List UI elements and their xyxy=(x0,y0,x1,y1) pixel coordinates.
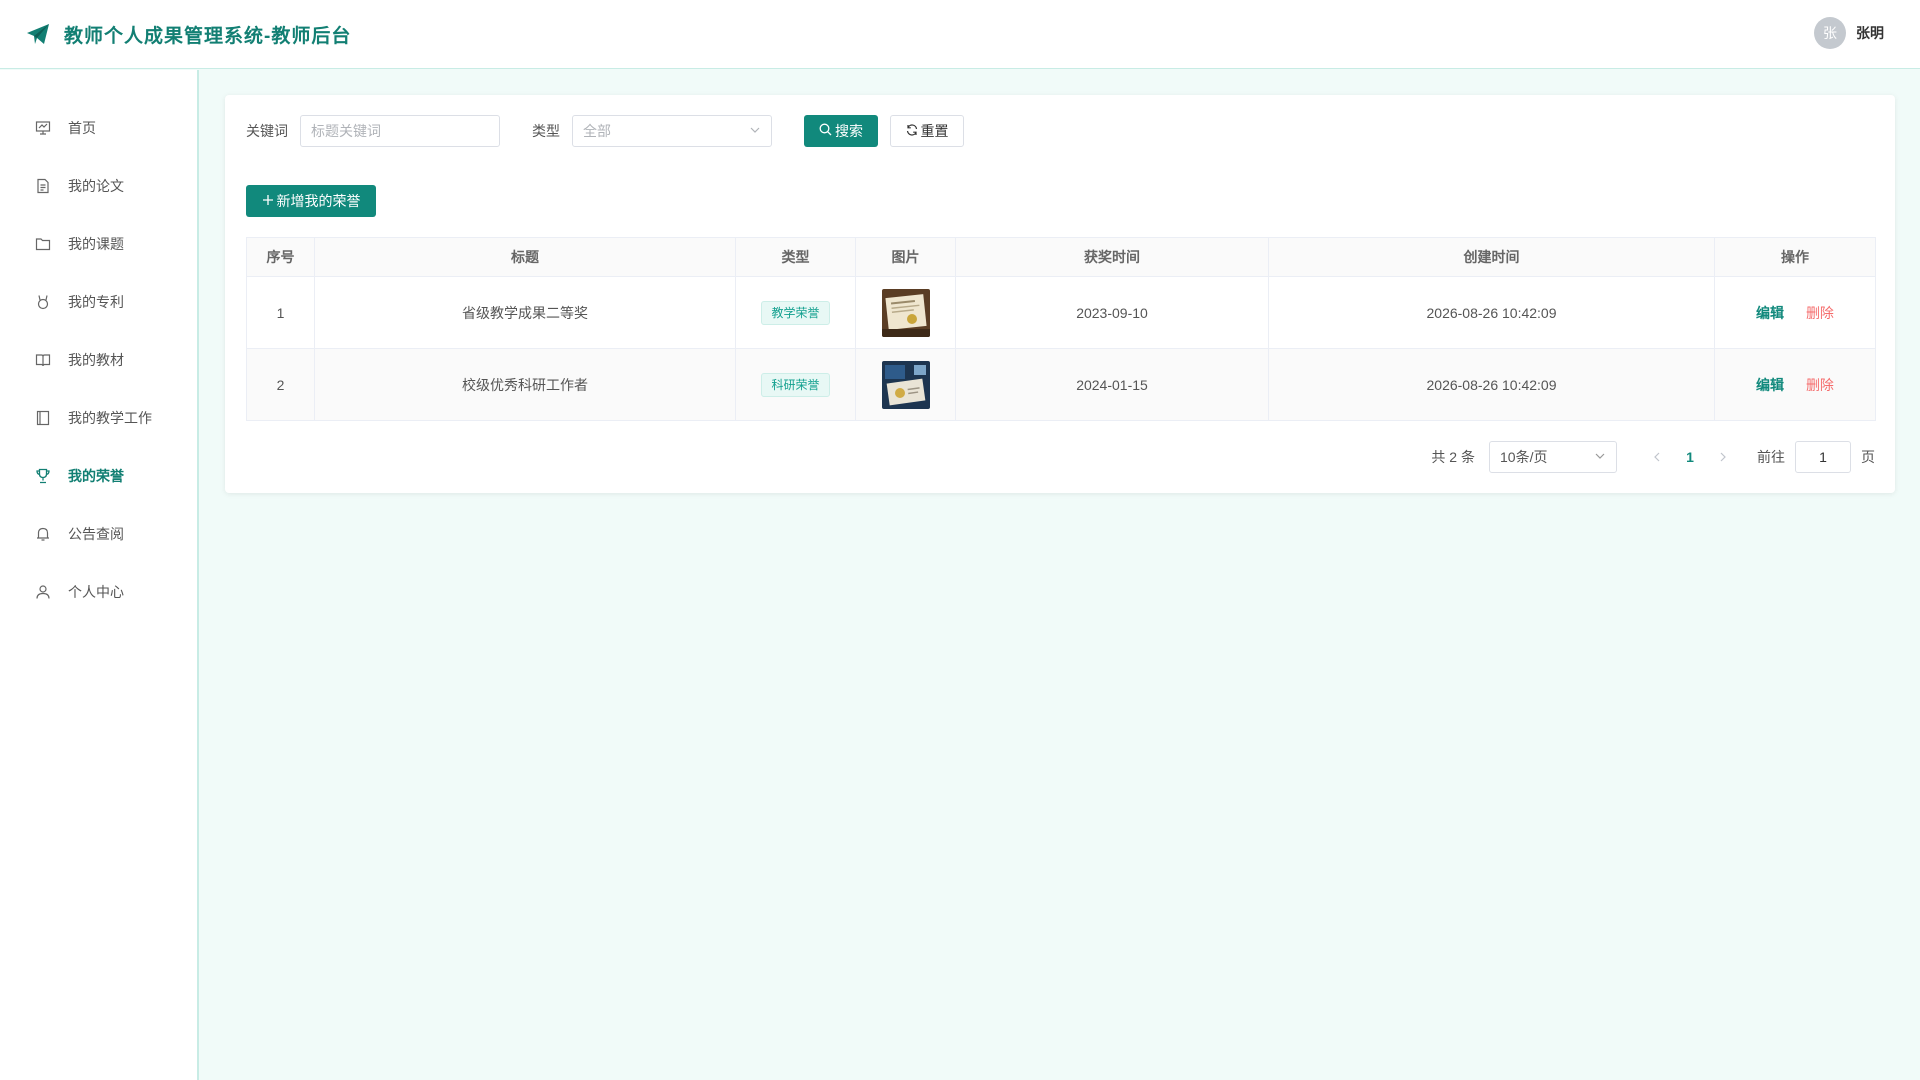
chevron-down-icon xyxy=(749,123,761,139)
avatar[interactable]: 张 xyxy=(1814,17,1846,49)
page-suffix: 页 xyxy=(1861,449,1875,465)
notebook-icon xyxy=(34,409,52,427)
chevron-right-icon xyxy=(1720,452,1726,462)
delete-link[interactable]: 删除 xyxy=(1806,305,1834,321)
sidebar-item-label: 我的课题 xyxy=(68,236,124,252)
search-button[interactable]: 搜索 xyxy=(804,115,878,147)
row-type: 科研荣誉 xyxy=(735,348,856,421)
sidebar-item-label: 我的论文 xyxy=(68,178,124,194)
total-count: 共 2 条 xyxy=(1431,449,1475,465)
row-award-time: 2023-09-10 xyxy=(955,276,1269,349)
row-index: 2 xyxy=(246,348,315,421)
col-type: 类型 xyxy=(735,237,856,277)
app-title: 教师个人成果管理系统-教师后台 xyxy=(64,25,352,47)
keyword-label: 关键词 xyxy=(246,123,288,139)
refresh-icon xyxy=(906,123,918,139)
row-actions: 编辑 删除 xyxy=(1714,276,1876,349)
bell-icon xyxy=(34,525,52,543)
search-bar: 关键词 类型 全部 搜索 重置 xyxy=(246,115,964,147)
sidebar-item-home[interactable]: 首页 xyxy=(0,99,197,157)
sidebar-item-profile[interactable]: 个人中心 xyxy=(0,563,197,621)
certificate-thumbnail[interactable] xyxy=(881,288,930,337)
row-actions: 编辑 删除 xyxy=(1714,348,1876,421)
row-created-at: 2026-08-26 10:42:09 xyxy=(1268,348,1715,421)
row-title: 省级教学成果二等奖 xyxy=(314,276,736,349)
goto-page-input[interactable] xyxy=(1795,441,1851,473)
delete-link[interactable]: 删除 xyxy=(1806,377,1834,393)
user-name[interactable]: 张明 xyxy=(1856,23,1884,43)
search-icon xyxy=(819,123,832,139)
edit-link[interactable]: 编辑 xyxy=(1756,377,1784,393)
col-title: 标题 xyxy=(314,237,736,277)
table-row: 1 省级教学成果二等奖 教学荣誉 2023-09-10 2026-08-26 1… xyxy=(246,276,1876,349)
type-label: 类型 xyxy=(532,123,560,139)
search-button-label: 搜索 xyxy=(835,123,863,139)
sidebar-item-papers[interactable]: 我的论文 xyxy=(0,157,197,215)
certificate-thumbnail[interactable] xyxy=(881,360,930,409)
edit-link[interactable]: 编辑 xyxy=(1756,305,1784,321)
sidebar-item-teaching-work[interactable]: 我的教学工作 xyxy=(0,389,197,447)
type-select-value: 全部 xyxy=(583,123,611,139)
type-tag: 教学荣誉 xyxy=(761,300,830,325)
sidebar-item-textbooks[interactable]: 我的教材 xyxy=(0,331,197,389)
sidebar-item-label: 我的教材 xyxy=(68,352,124,368)
sidebar-item-label: 我的荣誉 xyxy=(68,468,124,484)
page-size-select[interactable]: 10条/页 xyxy=(1489,441,1617,473)
col-award-time: 获奖时间 xyxy=(955,237,1269,277)
paper-plane-icon xyxy=(26,22,50,46)
add-button-label: 新增我的荣誉 xyxy=(276,193,361,209)
sidebar-item-projects[interactable]: 我的课题 xyxy=(0,215,197,273)
document-icon xyxy=(34,177,52,195)
top-header: 教师个人成果管理系统-教师后台 张 张明 xyxy=(0,0,1920,69)
goto-label: 前往 xyxy=(1757,449,1785,465)
plus-icon xyxy=(262,193,274,209)
sidebar-item-label: 首页 xyxy=(68,120,96,136)
folder-icon xyxy=(34,235,52,253)
presentation-icon xyxy=(34,119,52,137)
book-icon xyxy=(34,351,52,369)
sidebar-item-label: 我的教学工作 xyxy=(68,410,152,426)
row-index: 1 xyxy=(246,276,315,349)
page-number[interactable]: 1 xyxy=(1675,449,1705,465)
pagination: 共 2 条 10条/页 1 前往 页 xyxy=(1431,441,1875,473)
user-menu[interactable]: 张 张明 xyxy=(1814,17,1884,49)
reset-button-label: 重置 xyxy=(920,123,949,139)
row-award-time: 2024-01-15 xyxy=(955,348,1269,421)
sidebar-item-honors[interactable]: 我的荣誉 xyxy=(0,447,197,505)
sidebar-item-label: 公告查阅 xyxy=(68,526,124,542)
row-title: 校级优秀科研工作者 xyxy=(314,348,736,421)
sidebar: 首页 我的论文 我的课题 我的专利 我的教材 我的教学工作 我的荣誉 公告查阅 … xyxy=(0,70,199,1080)
col-index: 序号 xyxy=(246,237,315,277)
honors-table: 序号 标题 类型 图片 获奖时间 创建时间 操作 1 省级教学成果二等奖 教学荣… xyxy=(246,237,1876,421)
type-select[interactable]: 全部 xyxy=(572,115,772,147)
next-page-button[interactable] xyxy=(1711,449,1735,465)
table-header-row: 序号 标题 类型 图片 获奖时间 创建时间 操作 xyxy=(246,237,1876,277)
user-icon xyxy=(34,583,52,601)
type-tag: 科研荣誉 xyxy=(761,372,830,397)
trophy-icon xyxy=(34,467,52,485)
chevron-down-icon xyxy=(1594,449,1606,465)
chevron-left-icon xyxy=(1654,452,1660,462)
sidebar-item-announcements[interactable]: 公告查阅 xyxy=(0,505,197,563)
table-row: 2 校级优秀科研工作者 科研荣誉 2024-01-15 2026-08-26 1… xyxy=(246,348,1876,421)
page-size-value: 10条/页 xyxy=(1500,449,1548,465)
reset-button[interactable]: 重置 xyxy=(890,115,964,147)
keyword-input[interactable] xyxy=(300,115,500,147)
row-image xyxy=(855,348,956,421)
main-card: 关键词 类型 全部 搜索 重置 新增我的荣誉 序号 标题 类型 图片 获奖时间 xyxy=(225,95,1895,493)
row-image xyxy=(855,276,956,349)
col-created-at: 创建时间 xyxy=(1268,237,1715,277)
sidebar-item-label: 个人中心 xyxy=(68,584,124,600)
medal-icon xyxy=(34,293,52,311)
add-honor-button[interactable]: 新增我的荣誉 xyxy=(246,185,376,217)
col-image: 图片 xyxy=(855,237,956,277)
sidebar-item-patents[interactable]: 我的专利 xyxy=(0,273,197,331)
sidebar-item-label: 我的专利 xyxy=(68,294,124,310)
row-created-at: 2026-08-26 10:42:09 xyxy=(1268,276,1715,349)
col-actions: 操作 xyxy=(1714,237,1876,277)
row-type: 教学荣誉 xyxy=(735,276,856,349)
prev-page-button[interactable] xyxy=(1645,449,1669,465)
